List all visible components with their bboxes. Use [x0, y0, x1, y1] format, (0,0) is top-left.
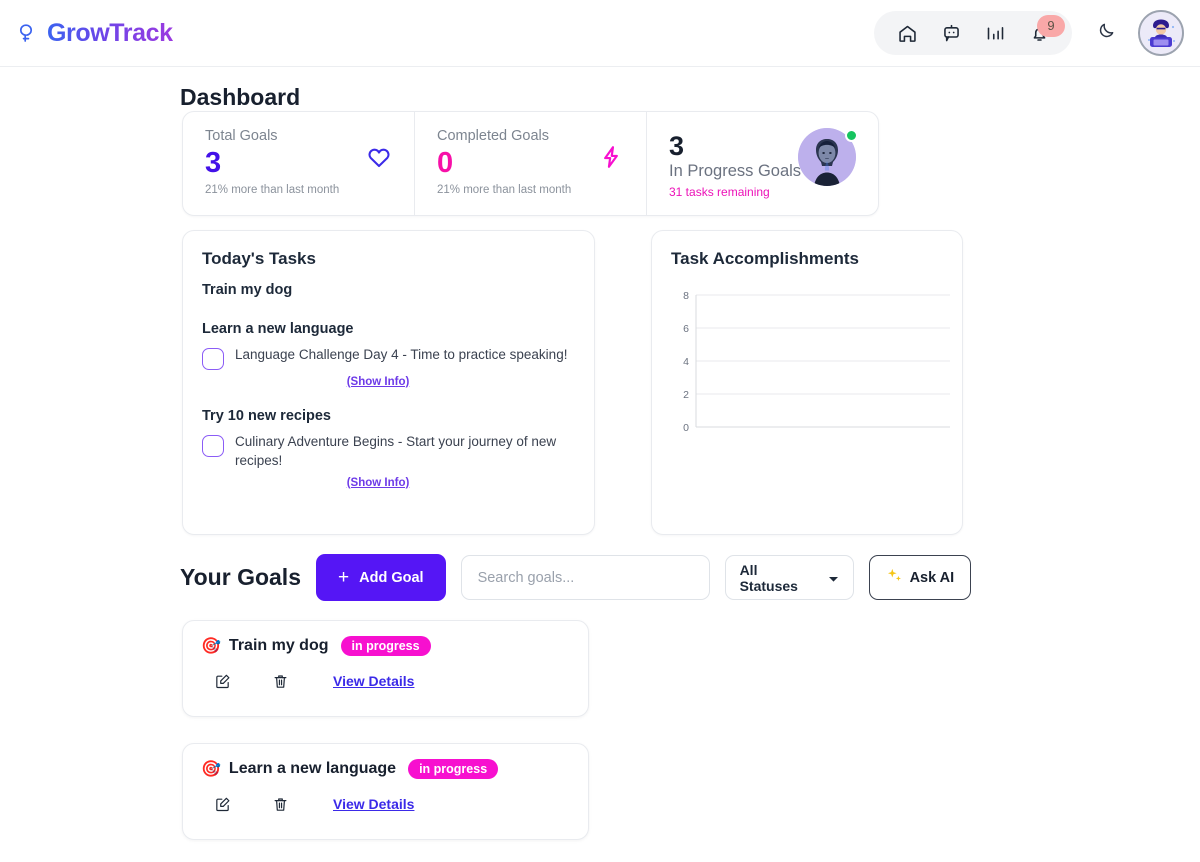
nav-right-group: 9: [874, 10, 1200, 56]
task-group-title: Try 10 new recipes: [202, 408, 331, 424]
panel-title: Today's Tasks: [202, 249, 316, 268]
panel-title: Task Accomplishments: [671, 249, 860, 268]
task-label: Culinary Adventure Begins - Start your j…: [235, 434, 557, 468]
status-filter-dropdown[interactable]: All Statuses: [724, 555, 854, 600]
goal-card-header: 🎯 Learn a new language in progress: [201, 759, 588, 779]
nav-icon-pill: 9: [874, 11, 1072, 55]
y-tick-label-2: 2: [683, 389, 689, 401]
plus-icon: +: [338, 567, 350, 588]
stat-label: Completed Goals: [437, 128, 550, 144]
stat-subtext: 21% more than last month: [205, 184, 340, 197]
avatar-illustration: [1140, 12, 1182, 54]
delete-goal-button[interactable]: [269, 793, 291, 815]
chat-bot-icon: [941, 23, 962, 44]
add-goal-button[interactable]: + Add Goal: [316, 554, 446, 601]
goal-title: Learn a new language: [228, 760, 397, 777]
status-badge: in progress: [340, 636, 431, 656]
chart-plot-area[interactable]: 8 6 4 2 0: [671, 287, 950, 447]
show-info-link[interactable]: (Show Info): [202, 376, 554, 388]
stat-subtext: 21% more than last month: [437, 184, 572, 197]
task-accomplishments-panel: Task Accomplishments 8 6 4 2 0: [651, 230, 963, 535]
goal-title: Train my dog: [228, 637, 329, 654]
brand-logo[interactable]: GrowTrack: [14, 19, 173, 48]
ask-ai-label: Ask AI: [909, 569, 955, 586]
delete-goal-button[interactable]: [269, 670, 291, 692]
search-goals-input[interactable]: [460, 555, 710, 600]
goal-card-actions: View Details: [211, 670, 588, 692]
online-status-dot: [845, 129, 858, 142]
user-avatar[interactable]: [1138, 10, 1184, 56]
stats-summary-card: Total Goals 3 21% more than last month C…: [182, 111, 879, 216]
stat-value: 3: [205, 147, 222, 179]
task-label: Language Challenge Day 4 - Time to pract…: [235, 347, 568, 362]
lightning-bolt-icon: [598, 144, 624, 175]
task-group-title: Learn a new language: [202, 321, 354, 337]
nav-notifications-button[interactable]: 9: [1024, 15, 1065, 48]
goal-card[interactable]: 🎯 Train my dog in progress View Details: [182, 620, 589, 717]
page-content: Dashboard Total Goals 3 21% more than la…: [0, 67, 1200, 840]
ask-ai-button[interactable]: Ask AI: [868, 555, 972, 600]
nav-home-button[interactable]: [892, 18, 922, 48]
theme-toggle-button[interactable]: [1086, 13, 1126, 53]
goal-card-header: 🎯 Train my dog in progress: [201, 636, 588, 656]
stat-in-progress-goals: 3 In Progress Goals 31 tasks remaining: [647, 112, 878, 215]
status-badge: in progress: [408, 759, 499, 779]
goal-card-actions: View Details: [211, 793, 588, 815]
goal-card[interactable]: 🎯 Learn a new language in progress View …: [182, 743, 589, 840]
chevron-down-icon: [828, 570, 839, 586]
task-checkbox[interactable]: [202, 348, 224, 370]
y-tick-label-6: 6: [683, 323, 689, 335]
task-group-title: Train my dog: [202, 282, 293, 298]
stat-completed-goals: Completed Goals 0 21% more than last mon…: [415, 112, 647, 215]
accomplishments-chart: 8 6 4 2 0: [683, 290, 950, 434]
nav-analytics-button[interactable]: [980, 18, 1010, 48]
top-navigation-bar: GrowTrack 9: [0, 0, 1200, 67]
y-tick-label-4: 4: [683, 356, 689, 368]
view-details-link[interactable]: View Details: [333, 796, 414, 812]
task-item[interactable]: Culinary Adventure Begins - Start your j…: [202, 433, 572, 471]
tree-sprout-icon: [14, 21, 38, 45]
nav-chat-button[interactable]: [936, 18, 966, 48]
todays-tasks-panel: Today's Tasks Train my dog Learn a new l…: [182, 230, 595, 535]
goals-heading: Your Goals: [180, 564, 301, 590]
edit-goal-button[interactable]: [211, 793, 233, 815]
heart-icon: [366, 144, 392, 175]
target-icon: 🎯: [201, 638, 221, 655]
add-goal-label: Add Goal: [359, 569, 424, 586]
goals-toolbar: Your Goals + Add Goal All Statuses Ask A…: [180, 554, 972, 601]
page-title: Dashboard: [180, 84, 301, 110]
show-info-link[interactable]: (Show Info): [202, 477, 554, 489]
y-tick-label-8: 8: [683, 290, 689, 302]
bar-chart-icon: [985, 23, 1006, 44]
status-filter-value: All Statuses: [739, 561, 798, 594]
home-icon: [897, 23, 918, 44]
task-checkbox[interactable]: [202, 435, 224, 457]
target-icon: 🎯: [201, 761, 221, 778]
y-tick-label-0: 0: [683, 422, 689, 434]
edit-goal-button[interactable]: [211, 670, 233, 692]
stat-label: Total Goals: [205, 128, 278, 144]
notification-badge: 9: [1037, 15, 1065, 37]
stat-value: 0: [437, 147, 454, 179]
sparkles-icon: [886, 567, 903, 588]
task-item[interactable]: Language Challenge Day 4 - Time to pract…: [202, 346, 572, 370]
stat-total-goals: Total Goals 3 21% more than last month: [183, 112, 415, 215]
view-details-link[interactable]: View Details: [333, 673, 414, 689]
stat-subtext: 31 tasks remaining: [669, 184, 770, 199]
moon-icon: [1096, 20, 1117, 46]
brand-name: GrowTrack: [47, 18, 173, 47]
